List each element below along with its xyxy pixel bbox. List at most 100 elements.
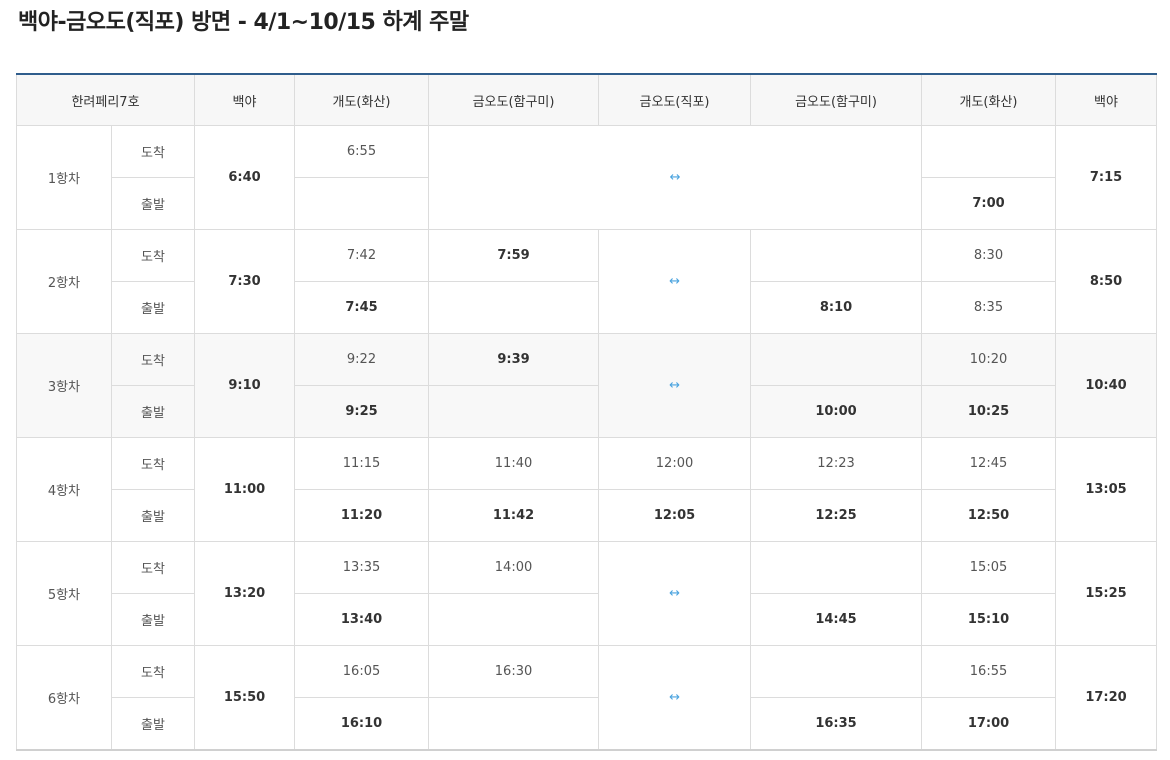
baekya-arrive-time: 17:20: [1055, 645, 1158, 751]
header-ship: 한려페리7호: [15, 73, 196, 126]
gaedo2-depart-time: 17:00: [921, 697, 1057, 751]
arrive-label: 도착: [110, 541, 196, 594]
table-row: 1항차 도착 6:40 6:55 ↔ 7:15: [16, 125, 1158, 230]
hamgumi-arrive-time: 7:59: [428, 229, 600, 282]
depart-label: 출발: [110, 593, 196, 646]
arrive-label: 도착: [110, 645, 196, 698]
hamgumi-arrive-time: 14:00: [428, 541, 600, 594]
hamgumi2-depart-time: 8:10: [750, 281, 923, 334]
depart-label: 출발: [110, 177, 196, 230]
gaedo-arrive-time: 7:42: [294, 229, 430, 282]
baekya-arrive-time: 13:05: [1055, 437, 1158, 542]
page-title: 백야-금오도(직포) 방면 - 4/1~10/15 하계 주말: [18, 10, 469, 35]
arrive-label: 도착: [110, 229, 196, 282]
table-row: 출발 11:20 11:42 12:05 12:25 12:50: [17, 489, 1157, 542]
gaedo-depart-time: 9:25: [294, 385, 430, 438]
table-row: 2항차 도착 7:30 7:42 7:59 ↔ 8:30 8:50: [16, 229, 1158, 334]
gaedo2-arrive-time: 12:45: [921, 437, 1057, 490]
baekya-depart-time: 11:00: [194, 437, 296, 542]
jikpo-arrive-time: 12:00: [598, 437, 752, 490]
arrive-label: 도착: [110, 125, 196, 178]
gaedo-arrive-time: 13:35: [294, 541, 430, 594]
baekya-depart-time: 6:40: [194, 125, 296, 230]
gaedo2-depart-time: 10:25: [921, 385, 1057, 438]
table-row: 출발 9:25 10:00 10:25: [17, 385, 1157, 438]
arrow-icon: ↔: [598, 645, 752, 751]
hamgumi2-arrive-time: [750, 541, 923, 594]
hamgumi-depart-time: [428, 281, 600, 334]
table-row: 출발 13:40 14:45 15:10: [17, 593, 1157, 646]
header-baekya-arrive: 백야: [1055, 73, 1158, 126]
trip-name: 1항차: [16, 125, 112, 230]
baekya-depart-time: 15:50: [194, 645, 296, 751]
gaedo-depart-time: 7:45: [294, 281, 430, 334]
arrow-icon: ↔: [598, 229, 752, 334]
hamgumi2-depart-time: 16:35: [750, 697, 923, 751]
header-hamgumi-2: 금오도(함구미): [750, 73, 923, 126]
gaedo2-arrive-time: 10:20: [921, 333, 1057, 386]
depart-label: 출발: [110, 281, 196, 334]
hamgumi-depart-time: 11:42: [428, 489, 600, 542]
gaedo-arrive-time: 9:22: [294, 333, 430, 386]
hamgumi2-arrive-time: [750, 229, 923, 282]
header-baekya-depart: 백야: [194, 73, 296, 126]
depart-label: 출발: [110, 385, 196, 438]
arrow-icon: ↔: [598, 541, 752, 646]
gaedo-depart-time: 16:10: [294, 697, 430, 751]
table-row: 4항차 도착 11:00 11:15 11:40 12:00 12:23 12:…: [16, 437, 1158, 542]
baekya-arrive-time: 7:15: [1055, 125, 1158, 230]
gaedo2-arrive-time: 8:30: [921, 229, 1057, 282]
jikpo-depart-time: 12:05: [598, 489, 752, 542]
table-row: 5항차 도착 13:20 13:35 14:00 ↔ 15:05 15:25: [16, 541, 1158, 646]
table-row: 출발 16:10 16:35 17:00: [17, 697, 1157, 751]
baekya-depart-time: 9:10: [194, 333, 296, 438]
hamgumi-depart-time: [428, 593, 600, 646]
table-row: 3항차 도착 9:10 9:22 9:39 ↔ 10:20 10:40: [16, 333, 1158, 438]
hamgumi-arrive-time: 9:39: [428, 333, 600, 386]
depart-label: 출발: [110, 489, 196, 542]
gaedo2-depart-time: 15:10: [921, 593, 1057, 646]
hamgumi2-depart-time: 10:00: [750, 385, 923, 438]
arrow-icon: ↔: [598, 333, 752, 438]
gaedo2-depart-time: 12:50: [921, 489, 1057, 542]
arrive-label: 도착: [110, 437, 196, 490]
trip-name: 5항차: [16, 541, 112, 646]
header-gaedo-1: 개도(화산): [294, 73, 430, 126]
arrow-icon: ↔: [428, 125, 923, 230]
table-row: 출발 7:45 8:10 8:35: [17, 281, 1157, 334]
gaedo2-arrive-time: 16:55: [921, 645, 1057, 698]
header-jikpo: 금오도(직포): [598, 73, 752, 126]
gaedo-depart-time: [294, 177, 430, 230]
trip-name: 3항차: [16, 333, 112, 438]
gaedo-depart-time: 13:40: [294, 593, 430, 646]
hamgumi2-arrive-time: 12:23: [750, 437, 923, 490]
header-hamgumi-1: 금오도(함구미): [428, 73, 600, 126]
gaedo2-depart-time: 8:35: [921, 281, 1057, 334]
gaedo-arrive-time: 16:05: [294, 645, 430, 698]
baekya-arrive-time: 8:50: [1055, 229, 1158, 334]
hamgumi2-arrive-time: [750, 333, 923, 386]
gaedo2-arrive-time: 15:05: [921, 541, 1057, 594]
baekya-depart-time: 7:30: [194, 229, 296, 334]
hamgumi-arrive-time: 16:30: [428, 645, 600, 698]
gaedo2-arrive-time: [921, 125, 1057, 178]
depart-label: 출발: [110, 697, 196, 751]
hamgumi2-depart-time: 14:45: [750, 593, 923, 646]
gaedo-depart-time: 11:20: [294, 489, 430, 542]
arrive-label: 도착: [110, 333, 196, 386]
timetable: 한려페리7호 백야 개도(화산) 금오도(함구미) 금오도(직포) 금오도(함구…: [15, 73, 1158, 751]
hamgumi-depart-time: [428, 385, 600, 438]
baekya-arrive-time: 15:25: [1055, 541, 1158, 646]
gaedo-arrive-time: 6:55: [294, 125, 430, 178]
baekya-arrive-time: 10:40: [1055, 333, 1158, 438]
hamgumi-depart-time: [428, 697, 600, 751]
trip-name: 2항차: [16, 229, 112, 334]
baekya-depart-time: 13:20: [194, 541, 296, 646]
header-row: 한려페리7호 백야 개도(화산) 금오도(함구미) 금오도(직포) 금오도(함구…: [15, 73, 1158, 126]
gaedo-arrive-time: 11:15: [294, 437, 430, 490]
table-row: 6항차 도착 15:50 16:05 16:30 ↔ 16:55 17:20: [16, 645, 1158, 751]
hamgumi2-arrive-time: [750, 645, 923, 698]
hamgumi-arrive-time: 11:40: [428, 437, 600, 490]
trip-name: 6항차: [16, 645, 112, 751]
gaedo2-depart-time: 7:00: [921, 177, 1057, 230]
